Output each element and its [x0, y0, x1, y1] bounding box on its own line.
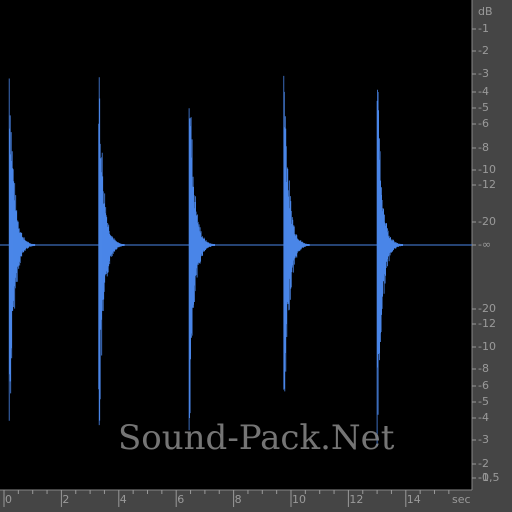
db-tick-label: -12	[478, 317, 496, 330]
time-tick-label: 14	[406, 493, 421, 506]
db-tick-label: -6	[478, 117, 489, 130]
db-tick-label: -4	[478, 85, 489, 98]
time-tick-label: 12	[349, 493, 364, 506]
waveform-canvas[interactable]	[0, 0, 512, 512]
time-ruler	[0, 490, 512, 512]
db-tick-label: -3	[478, 67, 489, 80]
time-tick-label: 8	[234, 493, 242, 506]
db-tick-label: -2	[478, 44, 489, 57]
db-tick-label: -∞	[478, 238, 492, 251]
db-tick-label: -5	[478, 395, 489, 408]
db-tick-label: -10	[478, 163, 496, 176]
db-unit-label: dB	[478, 5, 493, 18]
db-tick-label: -10	[478, 340, 496, 353]
db-tick-label: -8	[478, 141, 489, 154]
time-tick-label: 0	[5, 493, 12, 506]
db-tick-label: -1	[478, 22, 489, 35]
time-unit-label: sec	[452, 493, 471, 506]
db-tick-label: -2	[478, 457, 489, 470]
db-tick-label: -6	[478, 379, 489, 392]
time-tick-label: 10	[292, 493, 306, 506]
db-tick-label: -3	[478, 433, 489, 446]
time-tick-label: 4	[119, 493, 127, 506]
db-tick-label: -5	[478, 101, 489, 114]
db-tick-label: -20	[478, 302, 496, 315]
db-tick-label: -0,5	[478, 471, 500, 484]
time-tick-label: 6	[177, 493, 185, 506]
waveform-panel[interactable]: dB -1 -2 -3 -4 -5 -6 -8 -10 -12 -20 -∞ -20 -12 -10 -8-…	[0, 0, 512, 512]
db-tick-label: -20	[478, 215, 496, 228]
db-tick-label: -8	[478, 362, 489, 375]
db-tick-label: -12	[478, 178, 496, 191]
db-tick-label: -4	[478, 411, 489, 424]
time-tick-label: 2	[62, 493, 70, 506]
